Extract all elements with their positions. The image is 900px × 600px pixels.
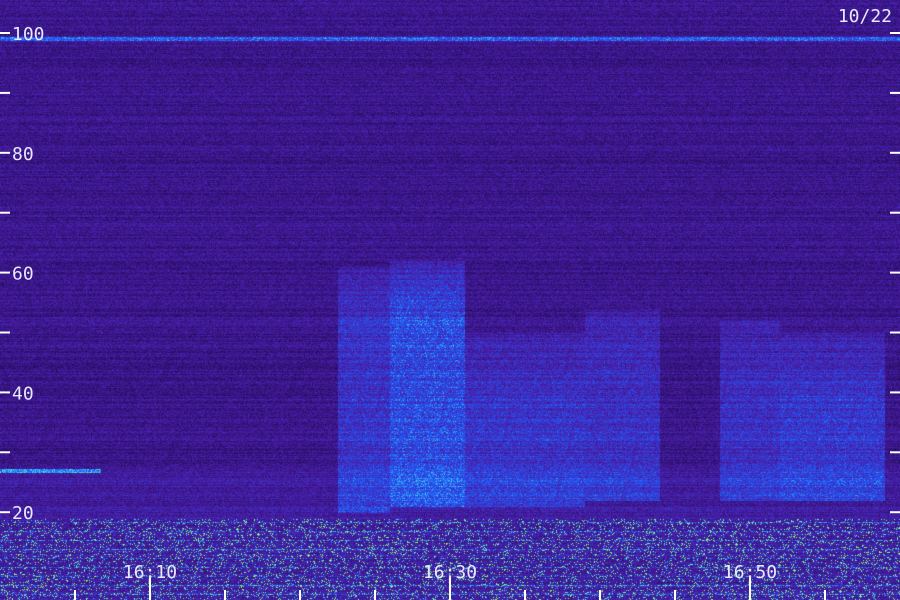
y-axis: 100 80 60 40 20 (0, 24, 900, 524)
y-tick-label: 20 (12, 503, 34, 524)
x-tick-label: 16:30 (423, 562, 477, 583)
x-axis: 16:10 16:30 16:50 (74, 562, 826, 600)
y-tick-label: 100 (12, 24, 45, 45)
date-label: 10/22 (838, 6, 892, 27)
spectrogram-axes: 100 80 60 40 20 16:10 16:30 16:50 10/22 (0, 6, 900, 600)
y-tick-label: 60 (12, 264, 34, 285)
y-tick-label: 80 (12, 144, 34, 165)
y-tick-label: 40 (12, 383, 34, 404)
x-tick-label: 16:10 (123, 562, 177, 583)
x-tick-label: 16:50 (723, 562, 777, 583)
